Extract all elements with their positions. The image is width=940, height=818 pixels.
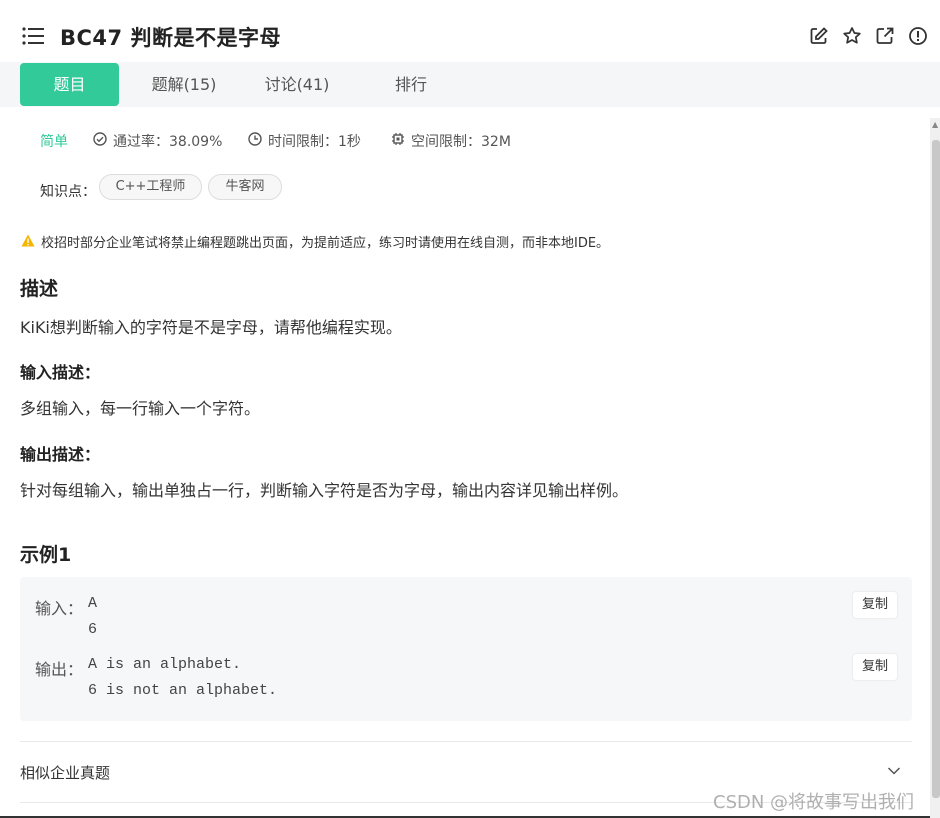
example-input-label: 输入： xyxy=(35,599,84,618)
description-heading: 描述 xyxy=(20,278,59,300)
output-desc-text: 针对每组输入，输出单独占一行，判断输入字符是否为字母，输出内容详见输出样例。 xyxy=(20,481,629,500)
edit-icon[interactable] xyxy=(809,26,829,46)
problem-header: BC47 判断是不是字母 xyxy=(0,0,940,62)
example-heading: 示例1 xyxy=(20,544,72,566)
copy-output-button[interactable]: 复制 xyxy=(853,654,897,680)
time-limit: 时间限制：1秒 xyxy=(268,134,361,150)
tab-discussion[interactable]: 讨论(41) xyxy=(253,63,341,106)
star-icon[interactable] xyxy=(842,26,862,46)
watermark: CSDN @将故事写出我们 xyxy=(713,792,915,813)
copy-input-button[interactable]: 复制 xyxy=(853,592,897,618)
tab-solutions[interactable]: 题解(15) xyxy=(140,63,228,106)
tag-nowcoder[interactable]: 牛客网 xyxy=(208,174,282,200)
difficulty-label: 简单 xyxy=(40,134,68,150)
example-output-value: A is an alphabet. 6 is not an alphabet. xyxy=(88,656,278,699)
warning-icon xyxy=(21,234,35,247)
input-desc-text: 多组输入，每一行输入一个字符。 xyxy=(20,399,261,418)
output-desc-heading: 输出描述： xyxy=(20,445,101,464)
warning-text: 校招时部分企业笔试将禁止编程题跳出页面，为提前适应，练习时请使用在线自测，而非本… xyxy=(41,236,610,251)
chip-icon xyxy=(392,133,404,145)
example-input-value: A 6 xyxy=(88,595,98,638)
tag-cpp-engineer[interactable]: C++工程师 xyxy=(99,174,202,200)
similar-questions-toggle[interactable]: 相似企业真题 xyxy=(20,762,110,783)
description-text: KiKi想判断输入的字符是不是字母，请帮他编程实现。 xyxy=(20,318,402,337)
clock-icon xyxy=(248,132,262,146)
pass-rate: 通过率：38.09% xyxy=(113,134,223,150)
input-desc-heading: 输入描述： xyxy=(20,363,101,382)
check-circle-icon xyxy=(93,132,107,146)
scrollbar-thumb[interactable] xyxy=(932,140,940,798)
knowledge-label: 知识点： xyxy=(40,184,96,200)
tab-ranking[interactable]: 排行 xyxy=(380,63,442,106)
memory-limit: 空间限制：32M xyxy=(411,134,511,150)
tab-problem[interactable]: 题目 xyxy=(20,63,119,106)
scroll-up-arrow-icon[interactable]: ▲ xyxy=(932,120,938,129)
example-output-label: 输出： xyxy=(35,660,84,679)
divider xyxy=(20,741,912,742)
chevron-down-icon[interactable] xyxy=(887,766,901,776)
list-icon[interactable] xyxy=(22,27,44,45)
alert-icon[interactable] xyxy=(908,26,928,46)
problem-title: BC47 判断是不是字母 xyxy=(60,26,281,50)
external-link-icon[interactable] xyxy=(875,26,895,46)
tab-bar: 题目 题解(15) 讨论(41) 排行 xyxy=(0,62,940,107)
